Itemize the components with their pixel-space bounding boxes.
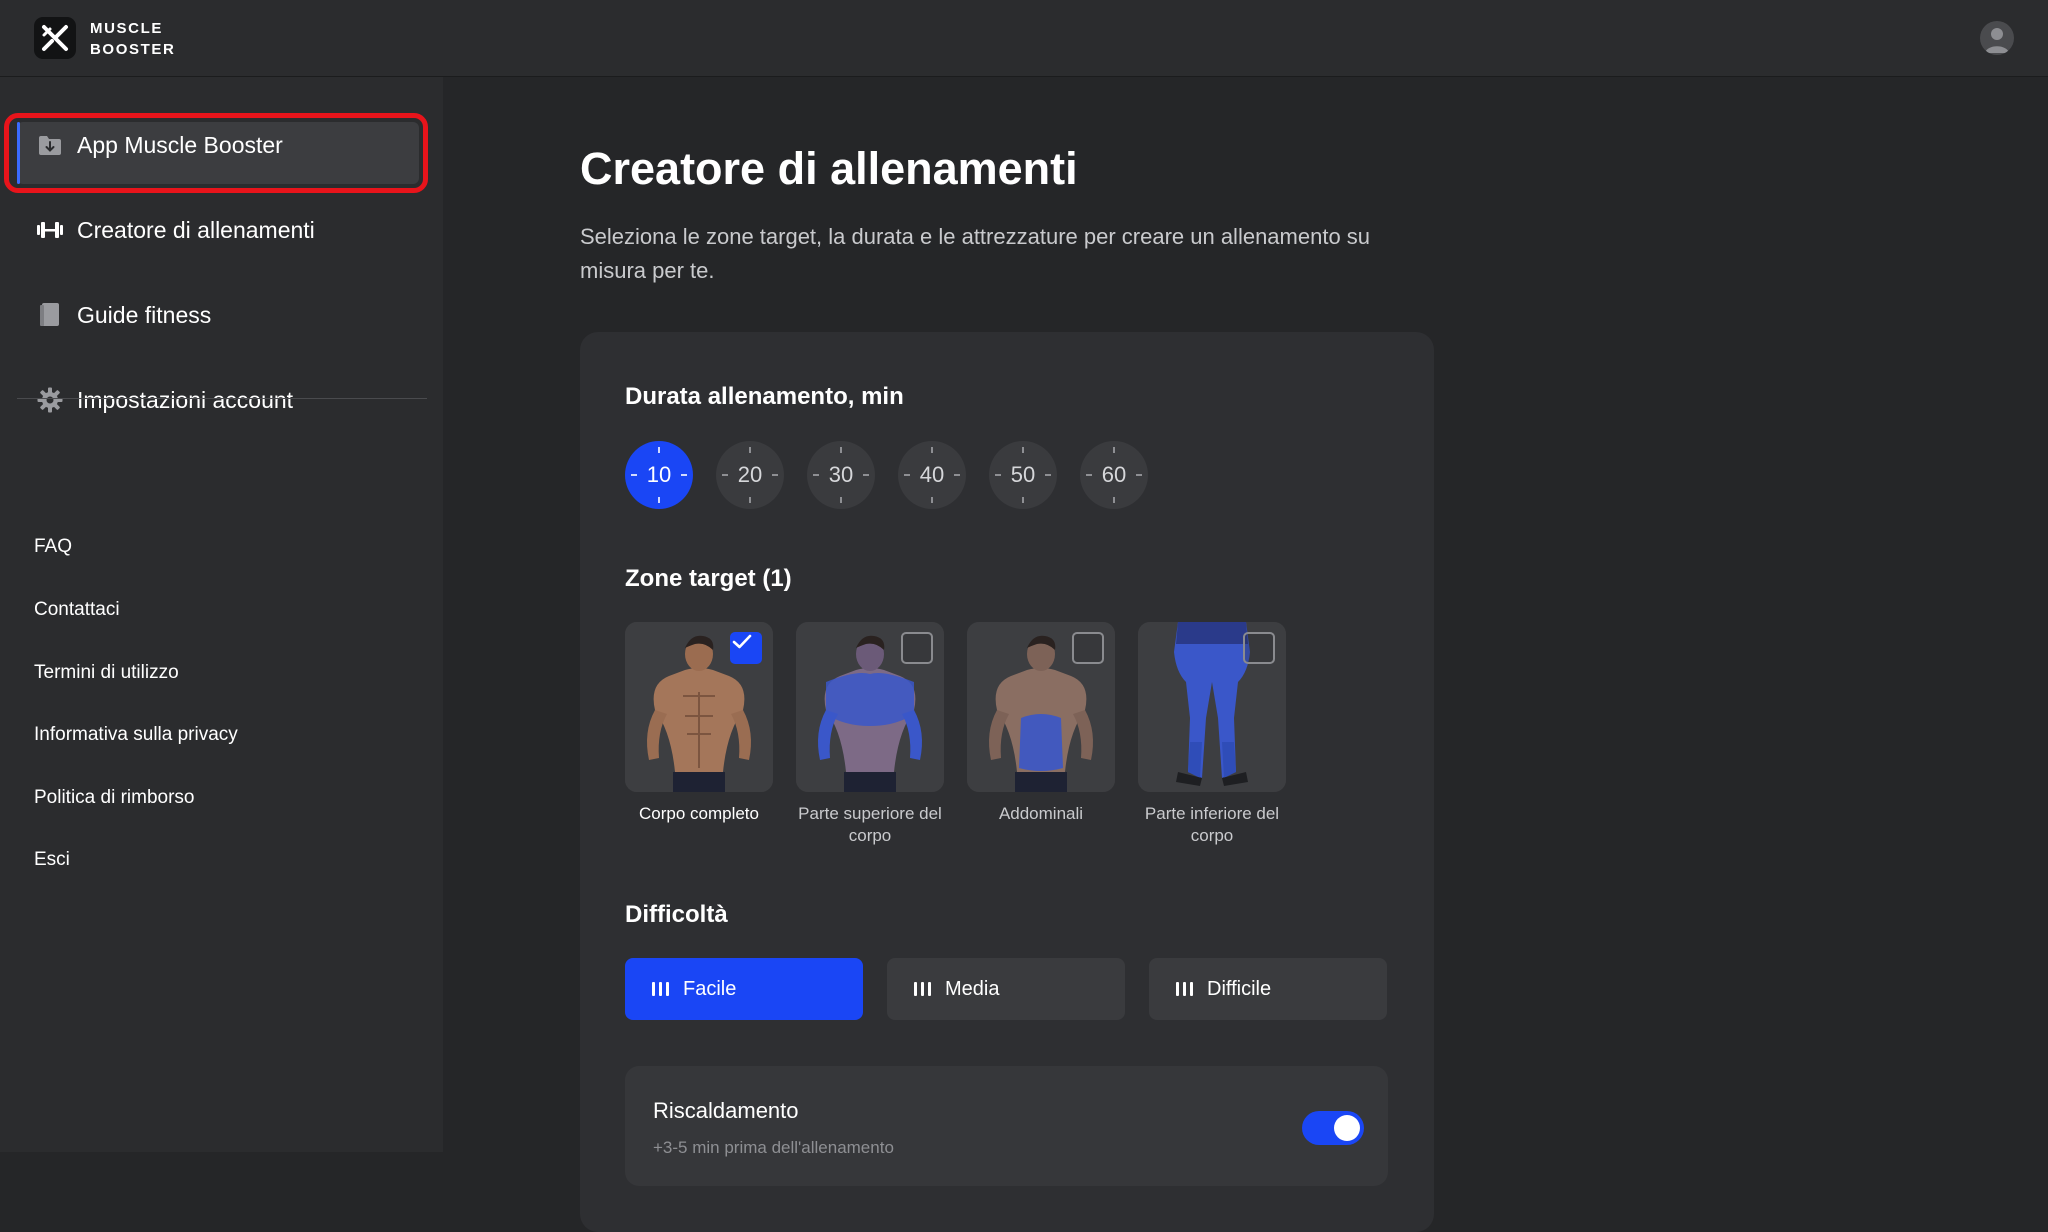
zone-checkbox-full-body[interactable]: [730, 632, 762, 664]
sidebar-item-label: Impostazioni account: [77, 386, 294, 413]
sidebar-item-label: Guide fitness: [77, 301, 212, 328]
zone-label-upper-body: Parte superiore del corpo: [798, 804, 942, 845]
book-icon: [36, 301, 64, 329]
page-title: Creatore di allenamenti: [580, 143, 1078, 194]
duration-option-10[interactable]: 10: [625, 441, 693, 509]
zone-checkbox-upper-body[interactable]: [901, 632, 933, 664]
warmup-subtitle: +3-5 min prima dell'allenamento: [653, 1138, 894, 1157]
duration-option-50[interactable]: 50: [989, 441, 1057, 509]
duration-option-20[interactable]: 20: [716, 441, 784, 509]
brand-name: MUSCLE BOOSTER: [90, 20, 176, 58]
warmup-title: Riscaldamento: [653, 1098, 799, 1123]
difficulty-option-hard[interactable]: Difficile: [1149, 958, 1387, 1020]
zone-checkbox-lower-body[interactable]: [1243, 632, 1275, 664]
duration-option-40[interactable]: 40: [898, 441, 966, 509]
warmup-card: [625, 1066, 1388, 1186]
zone-card-abs[interactable]: [967, 622, 1115, 792]
dumbbell-icon: [36, 216, 64, 244]
top-bar: MUSCLE BOOSTER: [0, 0, 2048, 77]
terms-link[interactable]: Termini di utilizzo: [34, 662, 179, 684]
zone-label-abs: Addominali: [998, 804, 1084, 823]
duration-option-30[interactable]: 30: [807, 441, 875, 509]
sidebar-item-workout-builder[interactable]: Creatore di allenamenti: [0, 200, 443, 260]
duration-title: Durata allenamento, min: [625, 383, 904, 410]
logo-icon[interactable]: [34, 17, 76, 59]
target-zones-title: Zone target (1): [625, 565, 792, 592]
sidebar-item-account-settings[interactable]: Impostazioni account: [0, 370, 443, 430]
zone-label-lower-body: Parte inferiore del corpo: [1144, 804, 1280, 845]
privacy-link[interactable]: Informativa sulla privacy: [34, 724, 238, 746]
difficulty-option-medium[interactable]: Media: [887, 958, 1125, 1020]
page-subtitle: Seleziona le zone target, la durata e le…: [580, 224, 1371, 283]
difficulty-bars-icon: [914, 982, 931, 996]
sidebar-item-guides[interactable]: Guide fitness: [0, 285, 443, 345]
checkmark-icon: [732, 634, 752, 649]
avatar[interactable]: [1980, 21, 2014, 55]
difficulty-title: Difficoltà: [625, 901, 728, 928]
warmup-toggle[interactable]: [1302, 1111, 1364, 1145]
refund-policy-link[interactable]: Politica di rimborso: [34, 787, 195, 809]
zone-card-upper-body[interactable]: [796, 622, 944, 792]
sidebar-divider: [17, 398, 427, 399]
difficulty-bars-icon: [1176, 982, 1193, 996]
gear-icon: [36, 386, 64, 414]
zone-checkbox-abs[interactable]: [1072, 632, 1104, 664]
zone-label-full-body: Corpo completo: [638, 804, 759, 823]
sidebar-item-label: App Muscle Booster: [77, 131, 283, 158]
difficulty-bars-icon: [652, 982, 669, 996]
difficulty-option-easy[interactable]: Facile: [625, 958, 863, 1020]
faq-link[interactable]: FAQ: [34, 536, 72, 558]
zone-card-full-body[interactable]: [625, 622, 773, 792]
duration-option-60[interactable]: 60: [1080, 441, 1148, 509]
sidebar-item-label: Creatore di allenamenti: [77, 216, 315, 243]
app-download-icon: [36, 131, 64, 159]
zone-card-lower-body[interactable]: [1138, 622, 1286, 792]
sidebar-item-app[interactable]: App Muscle Booster: [0, 115, 443, 175]
logout-link[interactable]: Esci: [34, 849, 70, 871]
contact-link[interactable]: Contattaci: [34, 599, 120, 621]
